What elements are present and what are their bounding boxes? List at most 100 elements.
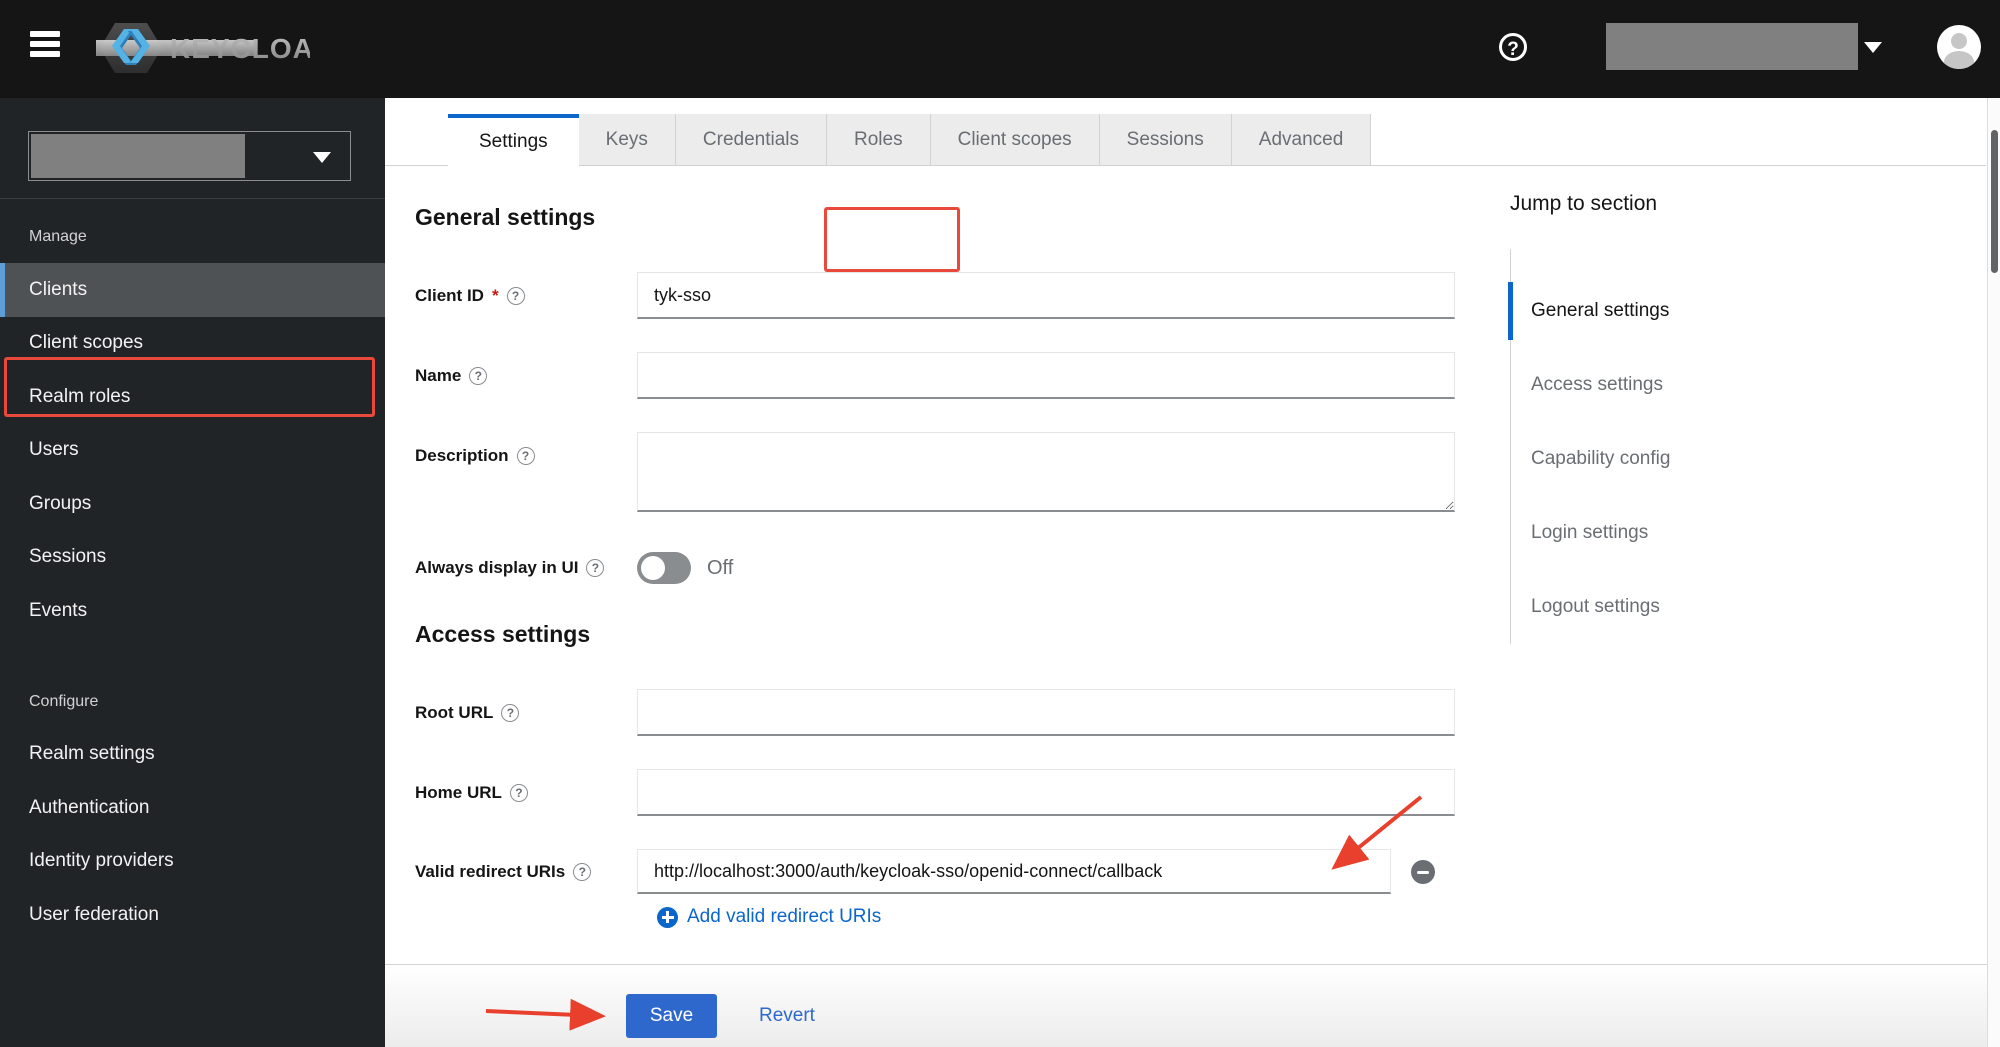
header-redacted-dropdown[interactable] (1606, 23, 1858, 70)
home-url-label: Home URL ? (415, 769, 528, 816)
jump-link-label: Capability config (1531, 448, 1671, 469)
form-action-bar: Save Revert (385, 964, 2000, 1047)
chevron-down-icon[interactable] (1864, 42, 1882, 53)
jump-link-label: General settings (1531, 300, 1670, 321)
help-icon[interactable]: ? (506, 286, 525, 305)
save-button[interactable]: Save (626, 994, 717, 1038)
jump-links: General settings Access settings Capabil… (1508, 249, 1840, 644)
jump-link[interactable]: General settings (1508, 274, 1840, 348)
tab[interactable]: Settings (448, 114, 579, 171)
tab[interactable]: Roles (827, 114, 931, 165)
sidebar-item-label: Groups (29, 492, 92, 514)
sidebar-item-label: Realm settings (29, 743, 155, 765)
sidebar-item-label: Identity providers (29, 850, 174, 872)
general-settings-heading: General settings (415, 204, 596, 230)
sidebar-item-label: Client scopes (29, 332, 144, 354)
sidebar-divider (0, 198, 385, 199)
sidebar-item[interactable]: Users (0, 424, 385, 478)
jump-link[interactable]: Logout settings (1511, 570, 1840, 644)
toggle-knob (641, 556, 665, 580)
required-asterisk: * (491, 285, 499, 305)
tab-label: Client scopes (957, 129, 1072, 150)
always-display-label: Always display in UI ? (415, 544, 605, 591)
help-icon[interactable]: ? (573, 862, 592, 881)
tab-label: Advanced (1258, 129, 1344, 150)
tab[interactable]: Sessions (1099, 114, 1232, 165)
sidebar-item[interactable]: Identity providers (0, 835, 385, 889)
tab[interactable]: Client scopes (930, 114, 1100, 165)
tab[interactable]: Advanced (1231, 114, 1372, 165)
sidebar-item[interactable]: Clients (0, 263, 385, 317)
help-icon[interactable]: ? (469, 366, 488, 385)
sidebar-item[interactable]: Groups (0, 477, 385, 531)
toggle-state-text: Off (707, 556, 734, 579)
add-redirect-uri-link[interactable]: Add valid redirect URIs (657, 906, 881, 928)
tab-label: Keys (605, 129, 648, 150)
help-icon[interactable]: ? (1499, 33, 1527, 61)
main-content: Settings Keys Credentials Roles Client s… (385, 98, 2000, 1047)
client-id-label: Client ID * ? (415, 272, 525, 319)
tab-label: Settings (479, 131, 548, 152)
sidebar-item[interactable]: Authentication (0, 781, 385, 835)
jump-link-label: Login settings (1531, 522, 1649, 543)
root-url-input[interactable] (637, 689, 1455, 736)
revert-link[interactable]: Revert (759, 994, 815, 1038)
description-textarea[interactable] (637, 432, 1455, 512)
sidebar-item-label: Users (29, 439, 79, 461)
chevron-down-icon (313, 152, 331, 163)
access-settings-heading: Access settings (415, 621, 591, 647)
name-input[interactable] (637, 352, 1455, 399)
add-redirect-uri-label: Add valid redirect URIs (687, 906, 882, 927)
client-tabs: Settings Keys Credentials Roles Client s… (448, 114, 1372, 171)
keycloak-logo: KEYCLOAK (96, 18, 334, 83)
sidebar-item-label: Events (29, 599, 88, 621)
sidebar-item-label: Sessions (29, 546, 107, 568)
help-icon[interactable]: ? (509, 783, 528, 802)
sidebar-item[interactable]: Events (0, 584, 385, 638)
scrollbar-thumb[interactable] (1991, 130, 1998, 273)
tab-label: Credentials (702, 129, 800, 150)
sidebar-item-label: Authentication (29, 796, 150, 818)
hamburger-menu-icon[interactable] (30, 31, 60, 59)
jump-link[interactable]: Login settings (1511, 496, 1840, 570)
sidebar-item[interactable]: User federation (0, 888, 385, 942)
jump-heading: Jump to section (1510, 192, 1658, 215)
sidebar-item[interactable]: Realm settings (0, 728, 385, 782)
redirect-uris-label: Valid redirect URIs ? (415, 849, 592, 894)
plus-circle-icon (657, 906, 678, 928)
avatar-head (1951, 33, 1967, 49)
sidebar-item[interactable]: Realm roles (0, 370, 385, 424)
nav-group-manage: Manage (29, 228, 87, 245)
tab[interactable]: Credentials (675, 114, 828, 165)
sidebar-item-label: User federation (29, 903, 159, 925)
manage-items: Clients Client scopes Realm roles Users … (0, 263, 385, 638)
tab[interactable]: Keys (578, 114, 676, 165)
home-url-input[interactable] (637, 769, 1455, 816)
avatar-shoulders (1944, 51, 1974, 69)
jump-to-section-panel: Jump to section General settings Access … (1508, 192, 1840, 644)
root-url-label: Root URL ? (415, 689, 520, 736)
annotation-box-settings-tab (824, 207, 960, 272)
description-label: Description ? (415, 432, 535, 479)
avatar[interactable] (1937, 25, 1981, 69)
help-icon[interactable]: ? (516, 446, 535, 465)
redirect-uri-input[interactable] (637, 849, 1391, 894)
sidebar-nav: Manage Clients Client scopes Realm roles… (0, 211, 385, 942)
always-display-toggle[interactable] (637, 552, 691, 584)
jump-link[interactable]: Access settings (1511, 348, 1840, 422)
client-id-input[interactable] (637, 272, 1455, 319)
logo-wordmark: KEYCLOAK (170, 33, 310, 64)
jump-link-label: Logout settings (1531, 596, 1660, 617)
help-icon[interactable]: ? (501, 703, 520, 722)
sidebar-item-label: Realm roles (29, 385, 131, 407)
help-icon[interactable]: ? (586, 558, 605, 577)
page-scrollbar[interactable] (1987, 98, 2000, 1047)
sidebar: Manage Clients Client scopes Realm roles… (0, 98, 385, 1047)
keycloak-admin-console: KEYCLOAK ? Manage Clients Client scopes … (0, 0, 2000, 1047)
sidebar-item[interactable]: Client scopes (0, 317, 385, 371)
configure-items: Realm settings Authentication Identity p… (0, 728, 385, 942)
remove-redirect-uri-button[interactable] (1411, 860, 1435, 884)
jump-link[interactable]: Capability config (1511, 422, 1840, 496)
realm-selector[interactable] (28, 131, 351, 181)
sidebar-item[interactable]: Sessions (0, 531, 385, 585)
